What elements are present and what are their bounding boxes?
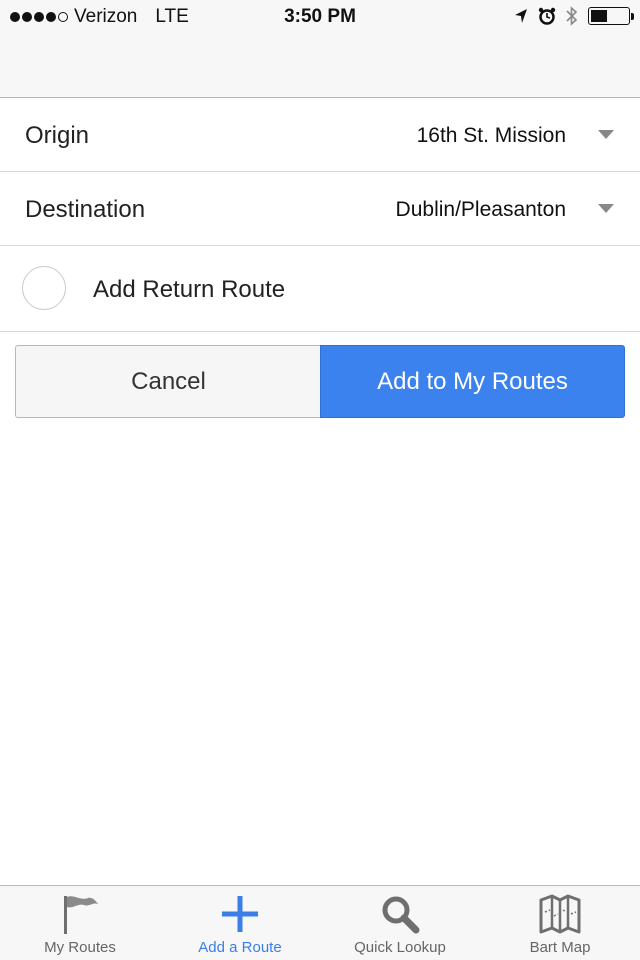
destination-value[interactable]: Dublin/Pleasanton (396, 198, 566, 222)
cancel-button[interactable]: Cancel (15, 345, 321, 418)
tab-label: My Routes (44, 939, 116, 956)
tab-add-a-route[interactable]: Add a Route (160, 886, 320, 960)
origin-value[interactable]: 16th St. Mission (417, 124, 566, 148)
destination-picker[interactable]: Destination Dublin/Pleasanton (0, 172, 640, 246)
origin-picker[interactable]: Origin 16th St. Mission (0, 98, 640, 172)
dropdown-caret-icon[interactable] (598, 130, 614, 139)
location-icon (515, 9, 527, 23)
origin-label: Origin (25, 122, 90, 149)
flag-icon (56, 892, 104, 936)
return-route-label: Add Return Route (93, 276, 286, 303)
status-right (514, 6, 634, 26)
tab-bart-map[interactable]: Bart Map (480, 886, 640, 960)
dropdown-caret-icon[interactable] (598, 204, 614, 213)
plus-icon (216, 892, 264, 936)
tab-my-routes[interactable]: My Routes (0, 886, 160, 960)
tab-bar: My Routes Add a Route Quick Lookup Bart … (0, 885, 640, 960)
tab-label: Add a Route (198, 939, 282, 956)
search-icon (376, 892, 424, 936)
alarm-icon (538, 7, 556, 25)
tab-quick-lookup[interactable]: Quick Lookup (320, 886, 480, 960)
add-to-my-routes-button[interactable]: Add to My Routes (320, 345, 625, 418)
return-route-radio[interactable] (22, 266, 66, 310)
tab-label: Bart Map (529, 939, 591, 956)
navigation-bar (0, 40, 640, 98)
bluetooth-icon (566, 6, 578, 26)
tab-label: Quick Lookup (354, 939, 446, 956)
status-bar: Verizon LTE 3:50 PM (0, 0, 640, 40)
map-icon (536, 892, 584, 936)
destination-label: Destination (25, 196, 146, 223)
return-route-row[interactable]: Add Return Route (0, 246, 640, 332)
battery-icon (588, 7, 634, 25)
